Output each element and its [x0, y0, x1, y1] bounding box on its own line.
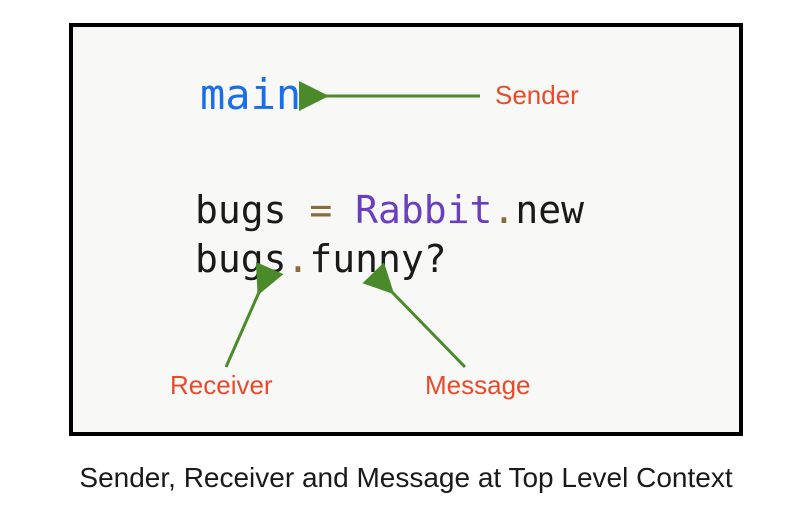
code-class-rabbit: Rabbit — [355, 188, 492, 232]
main-keyword: main — [200, 70, 301, 119]
code-method-new: new — [515, 188, 584, 232]
receiver-label: Receiver — [170, 370, 273, 401]
code-dot-2: . — [287, 237, 310, 281]
code-line-2: bugs.funny? — [195, 235, 584, 284]
sender-label: Sender — [495, 80, 579, 111]
code-block: bugs = Rabbit.new bugs.funny? — [195, 186, 584, 285]
arrow-sender-icon — [315, 86, 485, 106]
code-dot-1: . — [492, 188, 515, 232]
code-line-1: bugs = Rabbit.new — [195, 186, 584, 235]
code-var-bugs-2: bugs — [195, 237, 287, 281]
code-method-funny: funny? — [309, 237, 446, 281]
diagram-caption: Sender, Receiver and Message at Top Leve… — [0, 462, 812, 494]
arrow-message-icon — [380, 282, 480, 372]
code-op-assign: = — [287, 188, 356, 232]
message-label: Message — [425, 370, 531, 401]
arrow-receiver-icon — [218, 282, 298, 372]
code-var-bugs: bugs — [195, 188, 287, 232]
